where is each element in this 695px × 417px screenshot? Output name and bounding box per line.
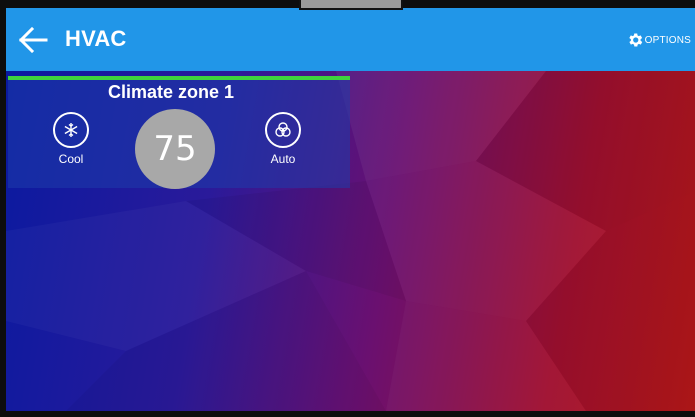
zone-status-bar — [8, 76, 350, 80]
options-label: OPTIONS — [644, 34, 691, 46]
gear-icon — [628, 33, 642, 47]
fan-label: Auto — [270, 152, 296, 166]
mode-label: Cool — [58, 152, 84, 166]
app-header: HVAC OPTIONS — [6, 8, 695, 71]
options-button[interactable]: OPTIONS — [626, 31, 691, 49]
climate-zone-card[interactable]: Climate zone 1 Cool 75 Auto — [8, 76, 350, 189]
hvac-app: HVAC OPTIONS Climate zone 1 Cool 75 Auto — [6, 8, 695, 411]
setpoint-dial[interactable]: 75 — [135, 109, 215, 189]
fan-auto-button[interactable] — [265, 112, 301, 148]
setpoint-value: 75 — [153, 129, 197, 169]
device-screen: HVAC OPTIONS Climate zone 1 Cool 75 Auto — [0, 0, 695, 417]
page-title: HVAC — [65, 26, 127, 51]
zone-name: Climate zone 1 — [107, 82, 235, 102]
mode-cool-button[interactable] — [53, 112, 89, 148]
top-tab — [299, 0, 403, 10]
back-button[interactable] — [16, 23, 50, 57]
fan-auto-icon — [275, 122, 291, 137]
snowflake-icon — [64, 123, 78, 137]
arrow-left-icon — [18, 27, 48, 53]
